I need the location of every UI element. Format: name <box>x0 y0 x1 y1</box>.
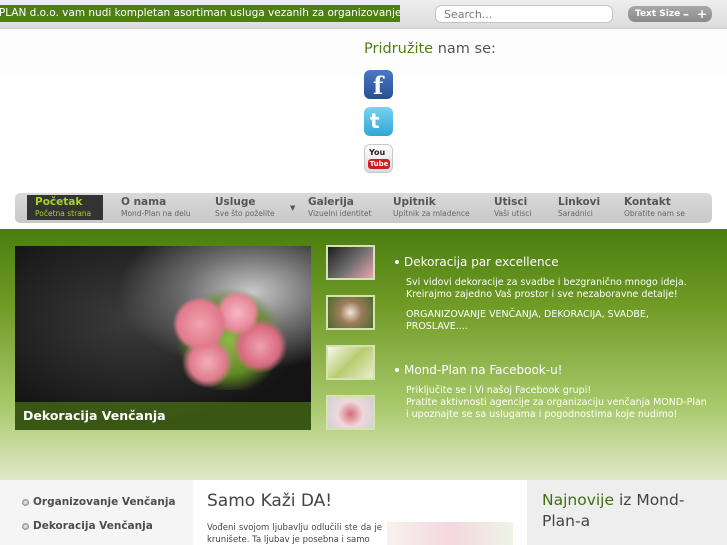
nav-item-o-nama[interactable]: O nama Mond-Plan na delu <box>113 195 199 220</box>
youtube-you-text: You <box>369 148 386 157</box>
slider-main-image[interactable]: Dekoracija Venčanja <box>15 246 311 430</box>
news-ticker: D-PLAN d.o.o. vam nudi kompletan asortim… <box>0 5 400 22</box>
slider-thumbnail[interactable] <box>326 245 375 280</box>
main-navigation: Početak Početna strana O nama Mond-Plan na… <box>15 193 712 223</box>
chevron-down-icon: ▼ <box>290 204 296 212</box>
bullet-icon <box>395 368 399 372</box>
content-title: Samo Kaži DA! <box>207 491 333 511</box>
news-body: Priključite se i Vi našoj Facebook grupi… <box>406 385 707 420</box>
latest-heading: Najnovije iz Mond-Plan-a <box>542 491 685 530</box>
news-item: Mond-Plan na Facebook-u! Priključite se … <box>395 363 710 421</box>
nav-item-usluge[interactable]: Usluge Sve što poželite <box>207 195 283 220</box>
twitter-glyph: t <box>370 109 380 133</box>
bullet-icon <box>395 260 399 264</box>
news-title[interactable]: Dekoracija par excellence <box>395 255 710 269</box>
slider-caption: Dekoracija Venčanja <box>15 402 311 430</box>
news-item: Dekoracija par excellence Svi vidovi dek… <box>395 255 710 333</box>
decrease-text-button[interactable]: – <box>683 6 689 22</box>
main-content: Samo Kaži DA! Vođeni svojom ljubavlju od… <box>193 480 527 545</box>
nav-item-pocetak[interactable]: Početak Početna strana <box>27 195 103 220</box>
side-menu-item[interactable]: Organizovanje Venčanja <box>22 496 176 508</box>
nav-item-kontakt[interactable]: Kontakt Obratite nam se <box>616 195 693 220</box>
side-menu-item[interactable]: Dekoracija Venčanja <box>22 520 153 532</box>
ticker-text: D-PLAN d.o.o. vam nudi kompletan asortim… <box>0 7 400 19</box>
slider-thumbnail[interactable] <box>326 295 375 330</box>
side-menu <box>0 480 193 545</box>
top-bar: D-PLAN d.o.o. vam nudi kompletan asortim… <box>0 0 727 29</box>
slider-thumbnail[interactable] <box>326 395 375 430</box>
latest-news-panel: Najnovije iz Mond-Plan-a <box>527 480 727 545</box>
content-image <box>387 522 513 545</box>
nav-item-galerija[interactable]: Galerija Vizuelni identitet <box>300 195 379 220</box>
twitter-icon[interactable]: t <box>364 107 393 136</box>
flower-decoration-image <box>155 280 305 390</box>
slider-thumbnail[interactable] <box>326 345 375 380</box>
text-size-control: Text Size – + <box>628 6 712 22</box>
news-body: Svi vidovi dekoracije za svadbe i bezgra… <box>406 277 687 300</box>
facebook-icon[interactable]: f <box>364 70 393 99</box>
youtube-icon[interactable]: You Tube <box>364 144 393 173</box>
bullet-icon <box>22 498 29 506</box>
nav-item-utisci[interactable]: Utisci Vaši utisci <box>486 195 539 220</box>
bullet-icon <box>22 522 29 530</box>
news-title[interactable]: Mond-Plan na Facebook-u! <box>395 363 710 377</box>
text-size-label: Text Size <box>635 9 681 19</box>
nav-item-linkovi[interactable]: Linkovi Saradnici <box>550 195 608 220</box>
youtube-tube-text: Tube <box>368 159 390 169</box>
content-text: Vođeni svojom ljubavlju odlučili ste da … <box>207 523 382 545</box>
increase-text-button[interactable]: + <box>697 6 707 22</box>
nav-item-upitnik[interactable]: Upitnik Upitnik za mladence <box>385 195 478 220</box>
news-body: ORGANIZOVANJE VENČANJA, DEKORACIJA, SVAD… <box>406 309 649 332</box>
facebook-glyph: f <box>373 71 384 99</box>
search-input[interactable] <box>435 5 613 23</box>
social-heading: Pridružite nam se: <box>364 41 496 57</box>
